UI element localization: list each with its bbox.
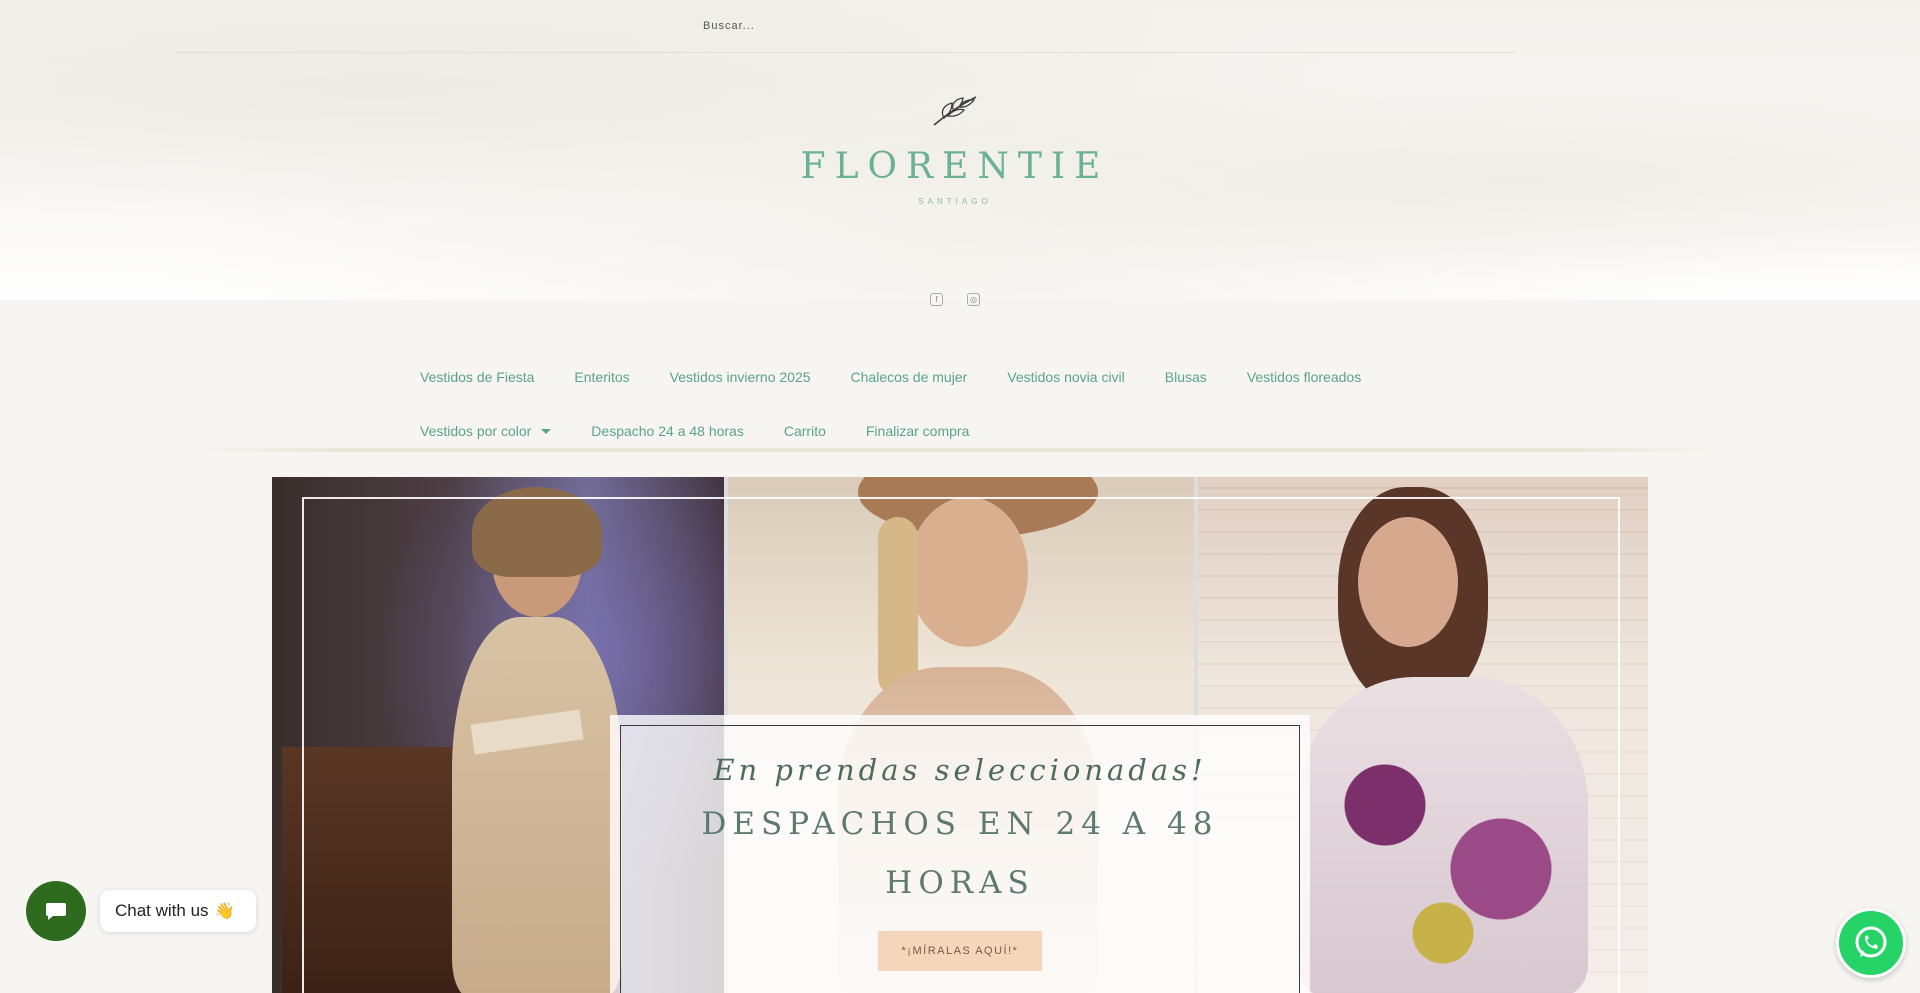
nav-item-vestidos-de-fiesta[interactable]: Vestidos de Fiesta (420, 369, 534, 385)
nav-item-novia-civil[interactable]: Vestidos novia civil (1007, 369, 1125, 385)
nav-item-vestidos-por-color[interactable]: Vestidos por color (420, 423, 552, 439)
whatsapp-icon (1855, 926, 1887, 958)
logo-subtitle: SANTIAGO (918, 197, 992, 206)
header-divider (185, 448, 1725, 452)
promo-cta-button[interactable]: *¡MÍRALAS AQUÍ!* (877, 931, 1043, 971)
chat-label-text: Chat with us (115, 901, 209, 920)
nav-item-vestidos-invierno[interactable]: Vestidos invierno 2025 (670, 369, 811, 385)
site-logo[interactable]: FLORENTIE SANTIAGO (790, 90, 1120, 210)
leaf-icon (933, 96, 977, 126)
hero-banner: En prendas seleccionadas! DESPACHOS EN 2… (272, 477, 1648, 993)
logo-wordmark: FLORENTIE (800, 146, 1110, 187)
search-bar (175, 0, 1515, 53)
promo-card: En prendas seleccionadas! DESPACHOS EN 2… (610, 715, 1310, 993)
nav-item-carrito[interactable]: Carrito (784, 423, 826, 439)
main-navigation: Vestidos de Fiesta Enteritos Vestidos in… (420, 350, 1520, 458)
chat-icon (46, 903, 66, 920)
promo-subtitle: En prendas seleccionadas! (713, 753, 1207, 787)
promo-heading: DESPACHOS EN 24 A 48 HORAS (701, 806, 1219, 901)
instagram-icon[interactable]: ◎ (967, 293, 980, 306)
caret-down-icon (541, 428, 552, 434)
nav-item-chalecos[interactable]: Chalecos de mujer (851, 369, 968, 385)
promo-card-border: En prendas seleccionadas! DESPACHOS EN 2… (620, 725, 1300, 993)
nav-item-enteritos[interactable]: Enteritos (574, 369, 629, 385)
search-input[interactable] (695, 20, 995, 32)
chat-launcher-button[interactable] (26, 881, 86, 941)
nav-item-vestidos-floreados[interactable]: Vestidos floreados (1247, 369, 1361, 385)
nav-row-1: Vestidos de Fiesta Enteritos Vestidos in… (420, 350, 1520, 404)
wave-emoji-icon: 👋 (214, 903, 235, 920)
nav-item-finalizar-compra[interactable]: Finalizar compra (866, 423, 969, 439)
social-links: f ◎ (930, 293, 980, 306)
chat-prompt[interactable]: Chat with us 👋 (100, 890, 256, 932)
nav-item-despacho[interactable]: Despacho 24 a 48 horas (591, 423, 744, 439)
nav-item-blusas[interactable]: Blusas (1165, 369, 1207, 385)
facebook-icon[interactable]: f (930, 293, 943, 306)
whatsapp-button[interactable] (1836, 908, 1906, 978)
nav-item-label: Vestidos por color (420, 423, 532, 439)
